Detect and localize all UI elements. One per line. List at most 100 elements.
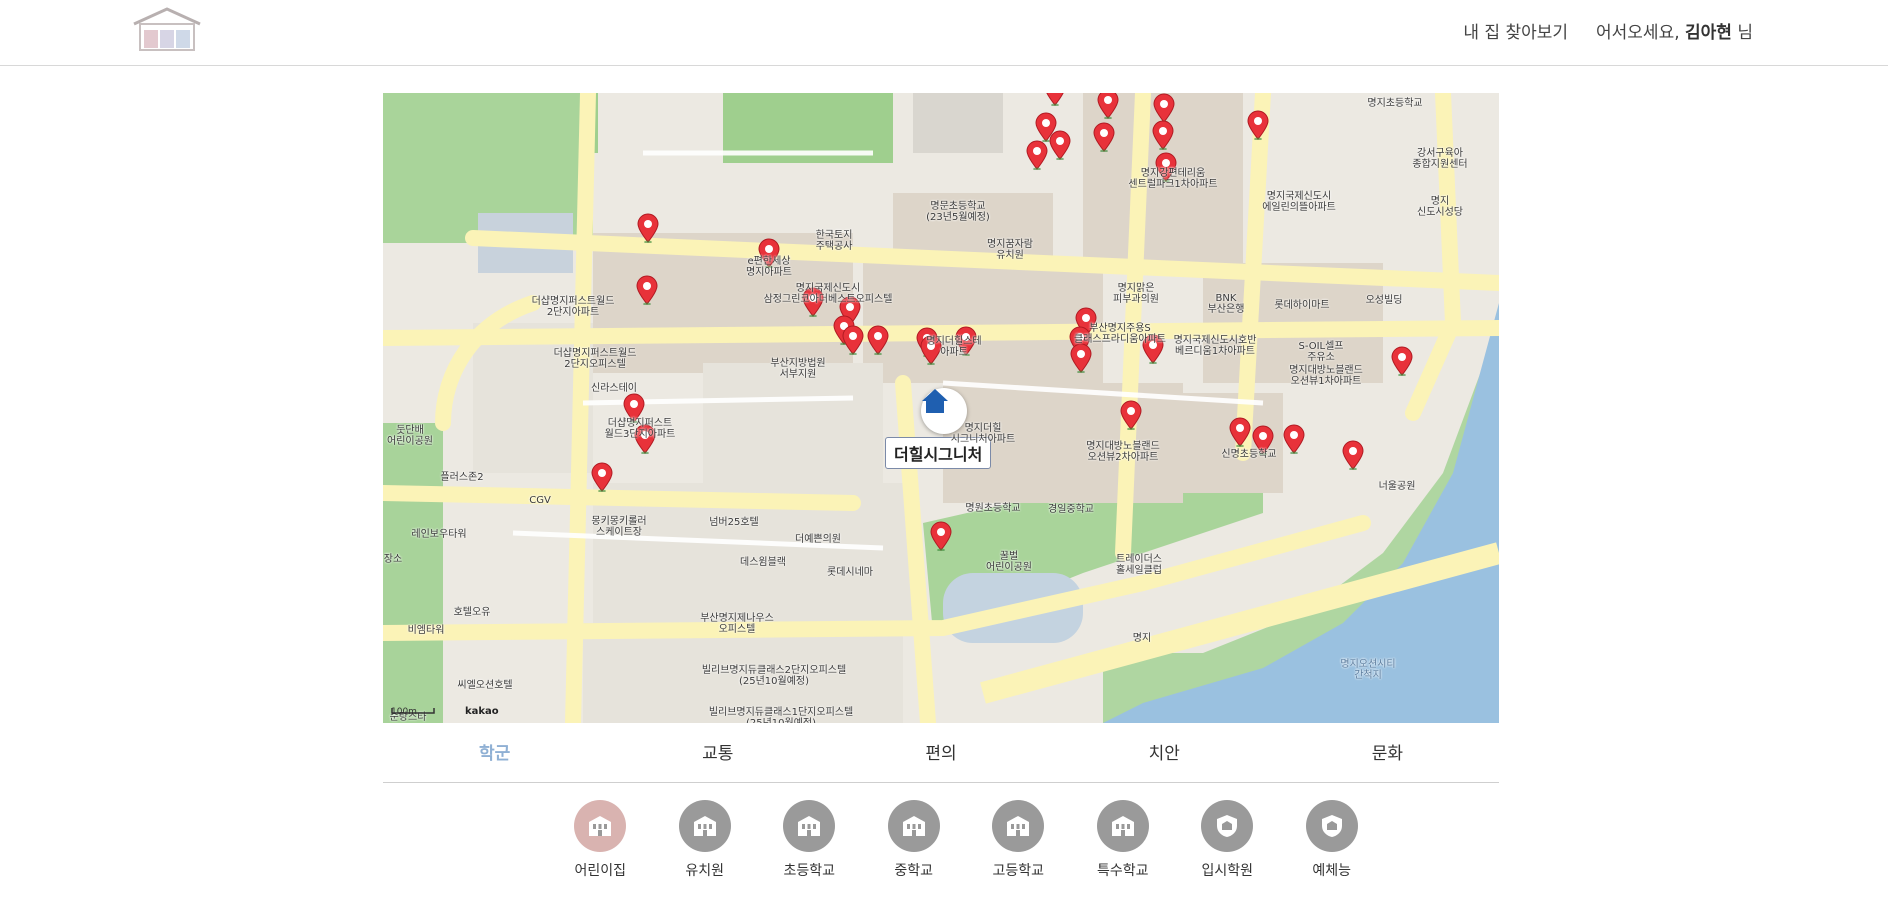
map-place-label: 호텔오유: [453, 607, 491, 618]
filter-label: 예체능: [1312, 863, 1352, 879]
map-place-label: 경일중학교: [1048, 504, 1094, 515]
map-pin-icon: [1152, 120, 1174, 150]
map-view[interactable]: 더힐시그니처 명지초등학교 강서구육아 종합지원센터 명지강편테리움 센트럴파크1차아파…: [383, 93, 1499, 723]
school-building-icon: [678, 800, 731, 852]
school-pin[interactable]: [1026, 140, 1048, 170]
map-place-label: 명지 신도시성당: [1417, 196, 1463, 218]
map-pin-icon: [842, 325, 864, 355]
school-pin[interactable]: [1342, 440, 1364, 470]
school-pin[interactable]: [1120, 400, 1142, 430]
map-place-label: 명지맑은 피부과의원: [1113, 283, 1159, 305]
school-pin[interactable]: [1153, 93, 1175, 123]
school-pin[interactable]: [637, 213, 659, 243]
site-logo[interactable]: [130, 6, 204, 52]
map-place-label: CGV: [529, 495, 551, 506]
school-pin[interactable]: [636, 275, 658, 305]
map-pin-icon: [1283, 424, 1305, 454]
map-place-label: 명지대방노블랜드 오션뷰2차아파트: [1086, 441, 1160, 463]
map-place-label: 명지대방노블랜드 오션뷰1차아파트: [1289, 365, 1363, 387]
school-pin[interactable]: [1049, 130, 1071, 160]
map-place-label: 꿀벌 어린이공원: [986, 551, 1032, 573]
school-pin[interactable]: [930, 521, 952, 551]
scale-bar-icon: [391, 708, 435, 714]
filter-daycare[interactable]: 어린이집: [548, 800, 653, 880]
tab-convenience[interactable]: 편의: [829, 733, 1052, 782]
map-place-label: 명문초등학교 (23년5월예정): [926, 201, 990, 223]
map-place-label: 명지국제신도시 에일린의뜰아파트: [1262, 191, 1336, 213]
map-place-label: 명지: [1132, 633, 1152, 644]
school-pin[interactable]: [1070, 343, 1092, 373]
map-place-label: 명지국제신도시호반 베르디움1차아파트: [1173, 335, 1257, 357]
map-place-label: 명지더힐스테 아파트: [926, 336, 982, 358]
map-place-label: 비엠타워: [407, 625, 445, 636]
map-place-label: 부산명지주용S 클래스프라디움아파트: [1074, 323, 1166, 345]
map-scale: 100m: [391, 707, 435, 717]
map-place-label: 신라스테이: [591, 383, 637, 394]
map-place-label: BNK 부산은행: [1207, 293, 1245, 315]
map-pin-icon: [930, 521, 952, 551]
filter-high-school[interactable]: 고등학교: [966, 800, 1071, 880]
school-pin[interactable]: [1229, 417, 1251, 447]
school-building-icon: [887, 800, 940, 852]
school-pin[interactable]: [591, 462, 613, 492]
filter-label: 초등학교: [783, 863, 836, 879]
map-place-label: 명지초등학교: [1367, 98, 1423, 109]
map-place-label: 한국토지 주택공사: [815, 230, 853, 252]
school-pin[interactable]: [1097, 93, 1119, 119]
user-name: 김아현: [1685, 23, 1732, 43]
school-pin[interactable]: [1391, 346, 1413, 376]
map-place-label: 롯데하이마트: [1274, 300, 1330, 311]
top-header: 내 집 찾아보기 어서오세요, 김아현 님: [0, 0, 1888, 66]
filter-label: 어린이집: [574, 863, 627, 879]
find-home-link[interactable]: 내 집 찾아보기: [1463, 18, 1568, 43]
school-category-filters: 어린이집 유치원 초등학교 중학교 고등학교 특수학교 입시학원 예체능: [548, 800, 1384, 880]
map-pin-icon: [1097, 93, 1119, 119]
map-place-label: 부산지방법원 서부지원: [770, 358, 826, 380]
school-pin[interactable]: [1093, 122, 1115, 152]
map-pin-icon: [1070, 343, 1092, 373]
school-pin[interactable]: [842, 325, 864, 355]
map-provider-logo: kakao: [465, 706, 499, 717]
school-pin[interactable]: [867, 325, 889, 355]
map-place-label: 더샵명지퍼스트월드 2단지오피스텔: [553, 348, 637, 370]
school-pin[interactable]: [1283, 424, 1305, 454]
map-place-label: 더샵명지퍼스트 월드3단지아파트: [604, 418, 676, 440]
school-pin[interactable]: [1044, 93, 1066, 106]
map-pin-icon: [591, 462, 613, 492]
academy-shield-icon: [1201, 800, 1254, 852]
filter-kindergarten[interactable]: 유치원: [653, 800, 758, 880]
school-building-icon: [574, 800, 627, 852]
map-pin-icon: [1153, 93, 1175, 123]
filter-label: 중학교: [894, 863, 934, 879]
map-place-label: 빌리브명지듀클래스1단지오피스텔(25년10월예정): [708, 707, 854, 723]
map-pin-icon: [636, 275, 658, 305]
filter-arts-sports[interactable]: 예체능: [1280, 800, 1385, 880]
tab-transport[interactable]: 교통: [606, 733, 829, 782]
map-pin-icon: [1046, 93, 1064, 106]
map-place-label: e편한세상 명지아파트: [746, 256, 792, 278]
map-pin-icon: [867, 325, 889, 355]
tab-culture[interactable]: 문화: [1276, 733, 1499, 782]
map-place-label: 둣단배 어린이공원: [387, 425, 433, 447]
school-pin[interactable]: [1247, 110, 1269, 140]
map-place-label: 부산명지제나우스 오피스텔: [700, 613, 774, 635]
map-place-label: 명지더힐 시그니처아파트: [950, 423, 1016, 445]
map-place-label: 너울공원: [1378, 481, 1416, 492]
filter-prep-academy[interactable]: 입시학원: [1175, 800, 1280, 880]
tab-safety[interactable]: 치안: [1053, 733, 1276, 782]
filter-label: 입시학원: [1201, 863, 1254, 879]
filter-middle-school[interactable]: 중학교: [862, 800, 967, 880]
filter-label: 유치원: [685, 863, 725, 879]
map-pin-icon: [1120, 400, 1142, 430]
filter-special-school[interactable]: 특수학교: [1071, 800, 1176, 880]
school-pin[interactable]: [1152, 120, 1174, 150]
map-place-label: 빌리브명지듀클래스2단지오피스텔 (25년10월예정): [701, 665, 847, 687]
filter-elementary[interactable]: 초등학교: [757, 800, 862, 880]
map-place-label: 오성빌딩: [1365, 295, 1403, 306]
map-place-label: 명지국제신도시 삼정그린코아더베스트오피스텔: [763, 283, 893, 305]
tab-school-district[interactable]: 학군: [383, 733, 606, 782]
map-pin-icon: [1049, 130, 1071, 160]
home-icon: [922, 389, 948, 413]
map-place-label: 신명초등학교: [1221, 449, 1277, 460]
filter-label: 고등학교: [992, 863, 1045, 879]
